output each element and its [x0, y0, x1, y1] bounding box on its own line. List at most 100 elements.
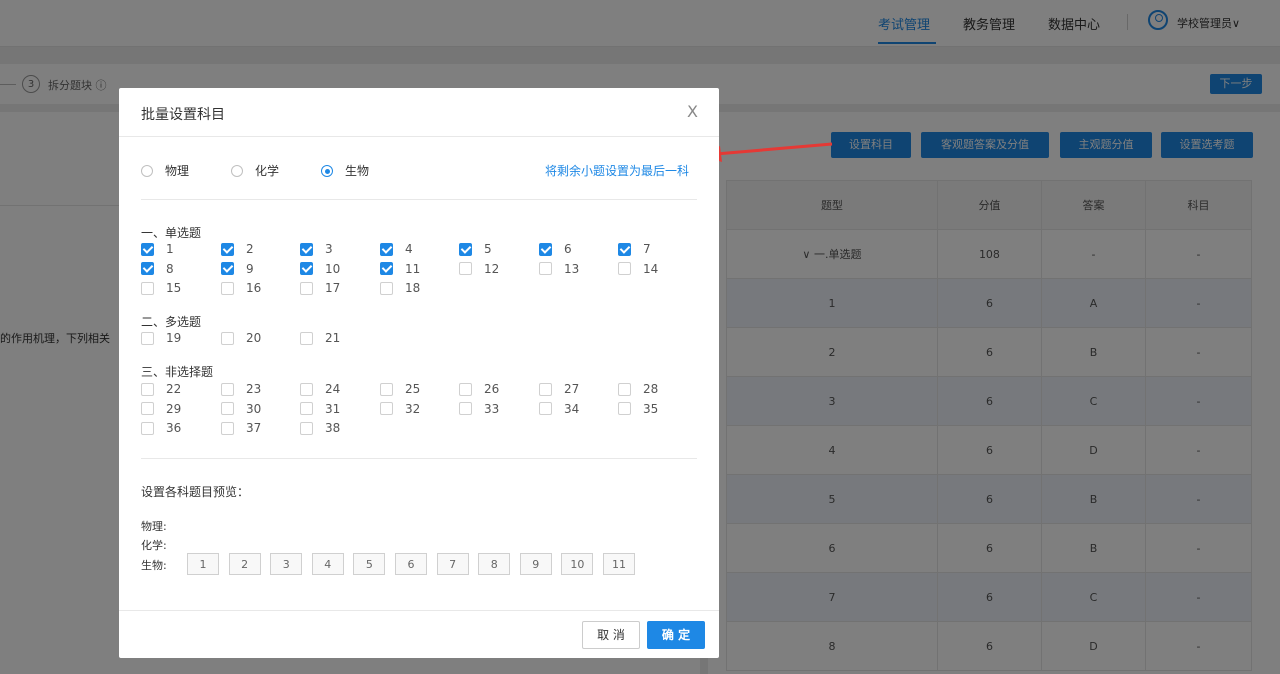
preview-question-chip: 9: [519, 553, 552, 575]
question-checkbox[interactable]: 5: [459, 242, 492, 256]
question-checkbox[interactable]: 11: [380, 262, 420, 276]
checkbox-unchecked-icon[interactable]: [459, 262, 472, 275]
checkbox-label: 16: [246, 281, 262, 295]
radio-label: 化学: [255, 164, 280, 178]
checkbox-unchecked-icon[interactable]: [141, 402, 154, 415]
question-checkbox[interactable]: 35: [618, 402, 658, 416]
checkbox-label: 1: [166, 242, 174, 256]
checkbox-label: 13: [564, 261, 580, 276]
checkbox-unchecked-icon[interactable]: [539, 402, 552, 415]
question-checkbox[interactable]: 17: [300, 281, 340, 295]
checkbox-unchecked-icon[interactable]: [300, 421, 313, 435]
checkbox-label: 5: [484, 242, 492, 256]
radio-circle-icon[interactable]: [141, 164, 153, 177]
question-checkbox[interactable]: 6: [539, 242, 572, 256]
checkbox-checked-icon[interactable]: [539, 242, 552, 256]
checkbox-checked-icon[interactable]: [141, 262, 154, 275]
checkbox-label: 18: [405, 281, 421, 295]
checkbox-checked-icon[interactable]: [300, 242, 313, 256]
checkbox-unchecked-icon[interactable]: [221, 281, 234, 295]
question-checkbox[interactable]: 33: [459, 402, 499, 416]
radio-biology[interactable]: 生物: [321, 162, 369, 179]
checkbox-unchecked-icon[interactable]: [380, 382, 393, 396]
question-checkbox[interactable]: 14: [618, 262, 658, 276]
question-checkbox[interactable]: 23: [221, 382, 261, 396]
preview-question-chip: 6: [395, 553, 427, 575]
question-checkbox[interactable]: 37: [221, 421, 261, 435]
checkbox-unchecked-icon[interactable]: [221, 382, 234, 396]
checkbox-checked-icon[interactable]: [380, 262, 393, 275]
checkbox-unchecked-icon[interactable]: [141, 281, 154, 295]
checkbox-unchecked-icon[interactable]: [618, 262, 631, 275]
question-checkbox[interactable]: 21: [300, 331, 340, 345]
checkbox-checked-icon[interactable]: [221, 242, 234, 256]
radio-chemistry[interactable]: 化学: [231, 162, 279, 179]
question-checkbox[interactable]: 36: [141, 421, 181, 435]
confirm-button[interactable]: 确 定: [647, 621, 705, 649]
checkbox-unchecked-icon[interactable]: [221, 421, 234, 435]
checkbox-label: 11: [405, 261, 421, 276]
checkbox-unchecked-icon[interactable]: [141, 421, 154, 435]
question-checkbox[interactable]: 15: [141, 281, 181, 295]
preview-question-chip: 2: [228, 553, 261, 575]
question-checkbox[interactable]: 32: [380, 402, 420, 416]
question-checkbox[interactable]: 19: [141, 331, 181, 345]
checkbox-checked-icon[interactable]: [300, 262, 313, 275]
question-checkbox[interactable]: 4: [380, 242, 413, 256]
question-checkbox[interactable]: 31: [300, 402, 340, 416]
checkbox-unchecked-icon[interactable]: [300, 402, 313, 415]
question-checkbox[interactable]: 1: [141, 242, 174, 256]
question-checkbox[interactable]: 8: [141, 262, 174, 276]
question-checkbox[interactable]: 7: [618, 242, 651, 256]
checkbox-unchecked-icon[interactable]: [141, 331, 154, 345]
checkbox-checked-icon[interactable]: [459, 242, 472, 256]
question-checkbox[interactable]: 27: [539, 382, 579, 396]
cancel-button[interactable]: 取 消: [582, 621, 640, 649]
checkbox-label: 34: [564, 401, 580, 416]
preview-question-chip: 10: [561, 553, 594, 575]
checkbox-label: 23: [246, 382, 262, 396]
checkbox-unchecked-icon[interactable]: [221, 331, 234, 345]
radio-physics[interactable]: 物理: [141, 162, 189, 179]
checkbox-checked-icon[interactable]: [221, 262, 234, 275]
question-checkbox[interactable]: 24: [300, 382, 340, 396]
checkbox-checked-icon[interactable]: [618, 242, 631, 256]
set-remaining-last-subject-link[interactable]: 将剩余小题设置为最后一科: [545, 162, 689, 179]
checkbox-unchecked-icon[interactable]: [618, 382, 631, 396]
question-checkbox[interactable]: 25: [380, 382, 420, 396]
checkbox-checked-icon[interactable]: [141, 242, 154, 256]
radio-circle-icon[interactable]: [231, 164, 243, 177]
question-checkbox[interactable]: 10: [300, 262, 340, 276]
checkbox-checked-icon[interactable]: [380, 242, 393, 256]
question-checkbox[interactable]: 38: [300, 421, 340, 435]
question-checkbox[interactable]: 28: [618, 382, 658, 396]
radio-selected-icon[interactable]: [321, 164, 333, 177]
checkbox-unchecked-icon[interactable]: [380, 281, 393, 295]
checkbox-unchecked-icon[interactable]: [459, 402, 472, 415]
question-checkbox[interactable]: 3: [300, 242, 333, 256]
checkbox-unchecked-icon[interactable]: [141, 382, 154, 396]
question-checkbox[interactable]: 16: [221, 281, 261, 295]
checkbox-unchecked-icon[interactable]: [380, 402, 393, 415]
checkbox-unchecked-icon[interactable]: [300, 382, 313, 396]
question-checkbox[interactable]: 34: [539, 402, 579, 416]
checkbox-unchecked-icon[interactable]: [539, 262, 552, 275]
checkbox-label: 12: [484, 261, 500, 276]
question-checkbox[interactable]: 22: [141, 382, 181, 396]
question-checkbox[interactable]: 13: [539, 262, 579, 276]
checkbox-unchecked-icon[interactable]: [300, 331, 313, 345]
checkbox-unchecked-icon[interactable]: [618, 402, 631, 415]
checkbox-unchecked-icon[interactable]: [300, 281, 313, 295]
question-checkbox[interactable]: 30: [221, 402, 261, 416]
close-icon[interactable]: X: [687, 102, 698, 121]
checkbox-unchecked-icon[interactable]: [221, 402, 234, 415]
question-checkbox[interactable]: 26: [459, 382, 499, 396]
question-checkbox[interactable]: 20: [221, 331, 261, 345]
question-checkbox[interactable]: 18: [380, 281, 420, 295]
question-checkbox[interactable]: 9: [221, 262, 254, 276]
question-checkbox[interactable]: 12: [459, 262, 499, 276]
question-checkbox[interactable]: 29: [141, 402, 181, 416]
question-checkbox[interactable]: 2: [221, 242, 254, 256]
checkbox-unchecked-icon[interactable]: [459, 382, 472, 396]
checkbox-unchecked-icon[interactable]: [539, 382, 552, 396]
